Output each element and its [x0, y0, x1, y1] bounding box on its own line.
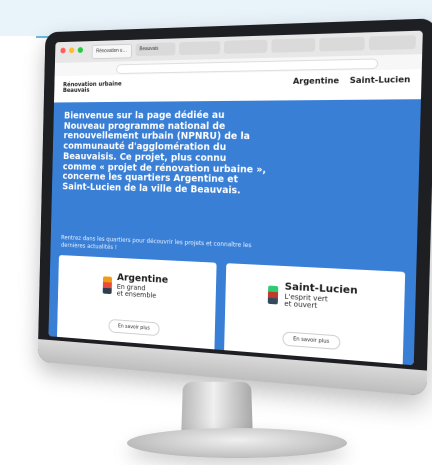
- nav-link-saint-lucien[interactable]: Saint-Lucien: [350, 75, 411, 85]
- learn-more-button[interactable]: En savoir plus: [107, 318, 161, 337]
- site-header: Rénovation urbaine Beauvais Argentine Sa…: [54, 69, 422, 104]
- browser-tab[interactable]: [224, 39, 268, 54]
- card-title-block: Argentine En grand et ensemble: [117, 272, 169, 300]
- browser-tab[interactable]: Beauvais: [135, 42, 176, 57]
- close-window-button[interactable]: [60, 47, 66, 54]
- card-brand: Saint-Lucien L'esprit vert et ouvert: [225, 279, 404, 316]
- saint-lucien-logo-icon: [268, 285, 279, 305]
- main-content: Bienvenue sur la page dédiée au Nouveau …: [48, 99, 421, 366]
- hero-subtitle: Rentrez dans les quartiers pour découvri…: [60, 234, 252, 251]
- browser-tab[interactable]: [179, 41, 221, 56]
- hero-text: Bienvenue sur la page dédiée au Nouveau …: [62, 109, 267, 197]
- browser-tab[interactable]: [318, 36, 365, 52]
- monitor-stand-base: [127, 428, 347, 458]
- nav-link-argentine[interactable]: Argentine: [293, 76, 339, 86]
- site-logo-line2: Beauvais: [62, 87, 90, 95]
- monitor-bezel: Rénovation urbaine Beauvais Rénovation u…: [37, 18, 432, 397]
- argentine-logo-icon: [102, 275, 112, 294]
- card-brand: Argentine En grand et ensemble: [58, 270, 216, 304]
- window-controls: [60, 47, 84, 54]
- browser-tab[interactable]: Rénovation urbaine: [91, 43, 133, 60]
- site-logo[interactable]: Rénovation urbaine Beauvais: [62, 81, 122, 95]
- learn-more-button[interactable]: En savoir plus: [281, 331, 341, 351]
- browser-tab[interactable]: [270, 38, 316, 53]
- minimize-window-button[interactable]: [68, 47, 75, 54]
- header-right: Argentine Saint-Lucien: [273, 75, 411, 87]
- browser-tab[interactable]: [368, 35, 417, 51]
- district-card-saint-lucien: Saint-Lucien L'esprit vert et ouvert En …: [223, 263, 406, 366]
- zoom-window-button[interactable]: [77, 47, 84, 53]
- card-title-block: Saint-Lucien L'esprit vert et ouvert: [284, 281, 358, 312]
- monitor: Rénovation urbaine Beauvais Rénovation u…: [7, 8, 432, 458]
- screen: Rénovation urbaine Beauvais Rénovation u…: [48, 30, 423, 366]
